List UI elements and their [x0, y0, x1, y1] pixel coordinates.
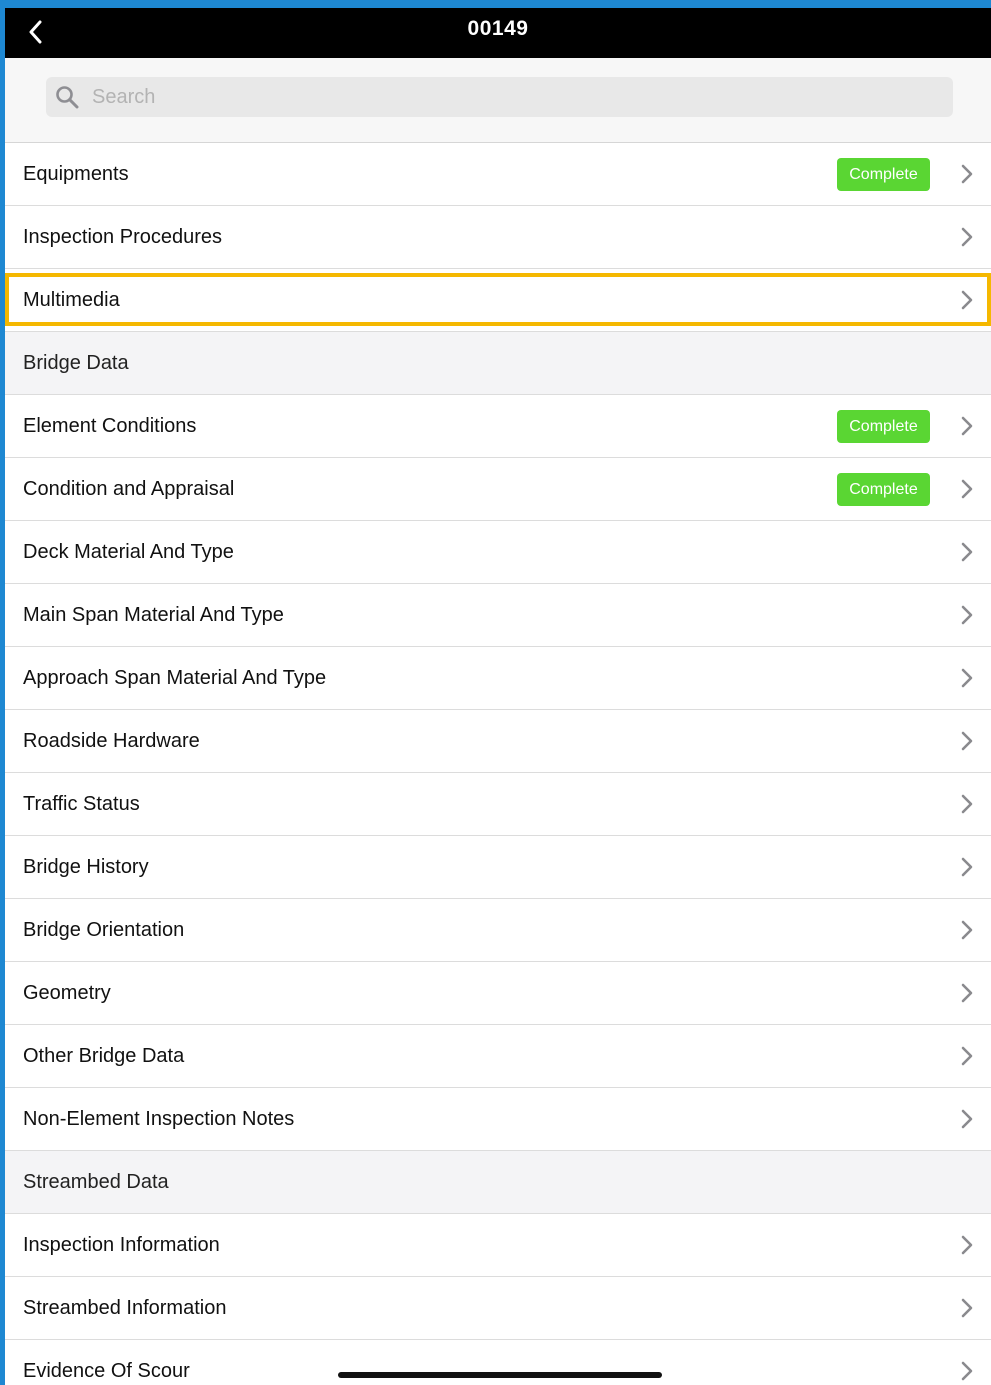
- list-item-roadside-hardware[interactable]: Roadside Hardware: [5, 710, 991, 773]
- list-item-streambed-information[interactable]: Streambed Information: [5, 1277, 991, 1340]
- chevron-right-icon: [961, 1361, 973, 1381]
- list-item-label: Inspection Procedures: [23, 225, 223, 248]
- list-item-label: Equipments: [23, 162, 129, 185]
- chevron-right-icon: [961, 1046, 973, 1066]
- list-item-main-span-material-and-type[interactable]: Main Span Material And Type: [5, 584, 991, 647]
- list-item-geometry[interactable]: Geometry: [5, 962, 991, 1025]
- chevron-right-icon: [961, 1235, 973, 1255]
- chevron-right-icon: [961, 227, 973, 247]
- chevron-right-icon: [961, 290, 973, 310]
- list-item-label: Bridge History: [23, 855, 149, 878]
- list-item-traffic-status[interactable]: Traffic Status: [5, 773, 991, 836]
- chevron-right-icon: [961, 857, 973, 877]
- chevron-right-icon: [961, 479, 973, 499]
- list-item-label: Other Bridge Data: [23, 1044, 185, 1067]
- list-item-non-element-inspection-notes[interactable]: Non-Element Inspection Notes: [5, 1088, 991, 1151]
- search-icon: [55, 85, 79, 109]
- status-badge: Complete: [837, 473, 930, 506]
- list-item-element-conditions[interactable]: Element Conditions Complete: [5, 395, 991, 458]
- menu-list: Equipments Complete Inspection Procedures M…: [5, 143, 991, 1385]
- chevron-right-icon: [961, 1298, 973, 1318]
- list-item-label: Bridge Orientation: [23, 918, 185, 941]
- list-item-condition-and-appraisal[interactable]: Condition and Appraisal Complete: [5, 458, 991, 521]
- list-item-multimedia[interactable]: Multimedia: [5, 269, 991, 332]
- home-indicator: [338, 1372, 662, 1378]
- list-item-inspection-procedures[interactable]: Inspection Procedures: [5, 206, 991, 269]
- list-item-other-bridge-data[interactable]: Other Bridge Data: [5, 1025, 991, 1088]
- list-item-approach-span-material-and-type[interactable]: Approach Span Material And Type: [5, 647, 991, 710]
- list-item-evidence-of-scour[interactable]: Evidence Of Scour: [5, 1340, 991, 1385]
- chevron-right-icon: [961, 542, 973, 562]
- chevron-right-icon: [961, 794, 973, 814]
- chevron-right-icon: [961, 731, 973, 751]
- list-item-label: Streambed Information: [23, 1296, 227, 1319]
- list-item-bridge-orientation[interactable]: Bridge Orientation: [5, 899, 991, 962]
- list-item-label: Traffic Status: [23, 792, 140, 815]
- app-screen: 00149 Equipments Complete Inspection Proce…: [5, 8, 991, 1385]
- list-item-label: Condition and Appraisal: [23, 477, 235, 500]
- navigation-bar: 00149: [5, 8, 991, 58]
- list-item-label: Roadside Hardware: [23, 729, 200, 752]
- list-item-equipments[interactable]: Equipments Complete: [5, 143, 991, 206]
- search-box[interactable]: [46, 77, 953, 117]
- list-item-inspection-information[interactable]: Inspection Information: [5, 1214, 991, 1277]
- list-item-bridge-history[interactable]: Bridge History: [5, 836, 991, 899]
- chevron-right-icon: [961, 1109, 973, 1129]
- page-title: 00149: [467, 17, 529, 40]
- section-header-label: Bridge Data: [23, 351, 129, 374]
- section-header-bridge-data: Bridge Data: [5, 332, 991, 395]
- list-item-label: Approach Span Material And Type: [23, 666, 327, 689]
- search-bar-container: [5, 58, 991, 143]
- list-item-label: Element Conditions: [23, 414, 197, 437]
- list-item-label: Non-Element Inspection Notes: [23, 1107, 295, 1130]
- chevron-right-icon: [961, 416, 973, 436]
- list-item-label: Evidence Of Scour: [23, 1359, 190, 1382]
- chevron-right-icon: [961, 668, 973, 688]
- status-badge: Complete: [837, 410, 930, 443]
- chevron-right-icon: [961, 983, 973, 1003]
- list-item-label: Inspection Information: [23, 1233, 220, 1256]
- list-item-label: Main Span Material And Type: [23, 603, 284, 626]
- section-header-label: Streambed Data: [23, 1170, 169, 1193]
- list-item-deck-material-and-type[interactable]: Deck Material And Type: [5, 521, 991, 584]
- list-item-label: Deck Material And Type: [23, 540, 234, 563]
- status-badge: Complete: [837, 158, 930, 191]
- chevron-right-icon: [961, 605, 973, 625]
- list-item-label: Multimedia: [23, 288, 120, 311]
- list-item-label: Geometry: [23, 981, 111, 1004]
- chevron-right-icon: [961, 920, 973, 940]
- search-input[interactable]: [92, 79, 912, 115]
- section-header-streambed-data: Streambed Data: [5, 1151, 991, 1214]
- chevron-right-icon: [961, 164, 973, 184]
